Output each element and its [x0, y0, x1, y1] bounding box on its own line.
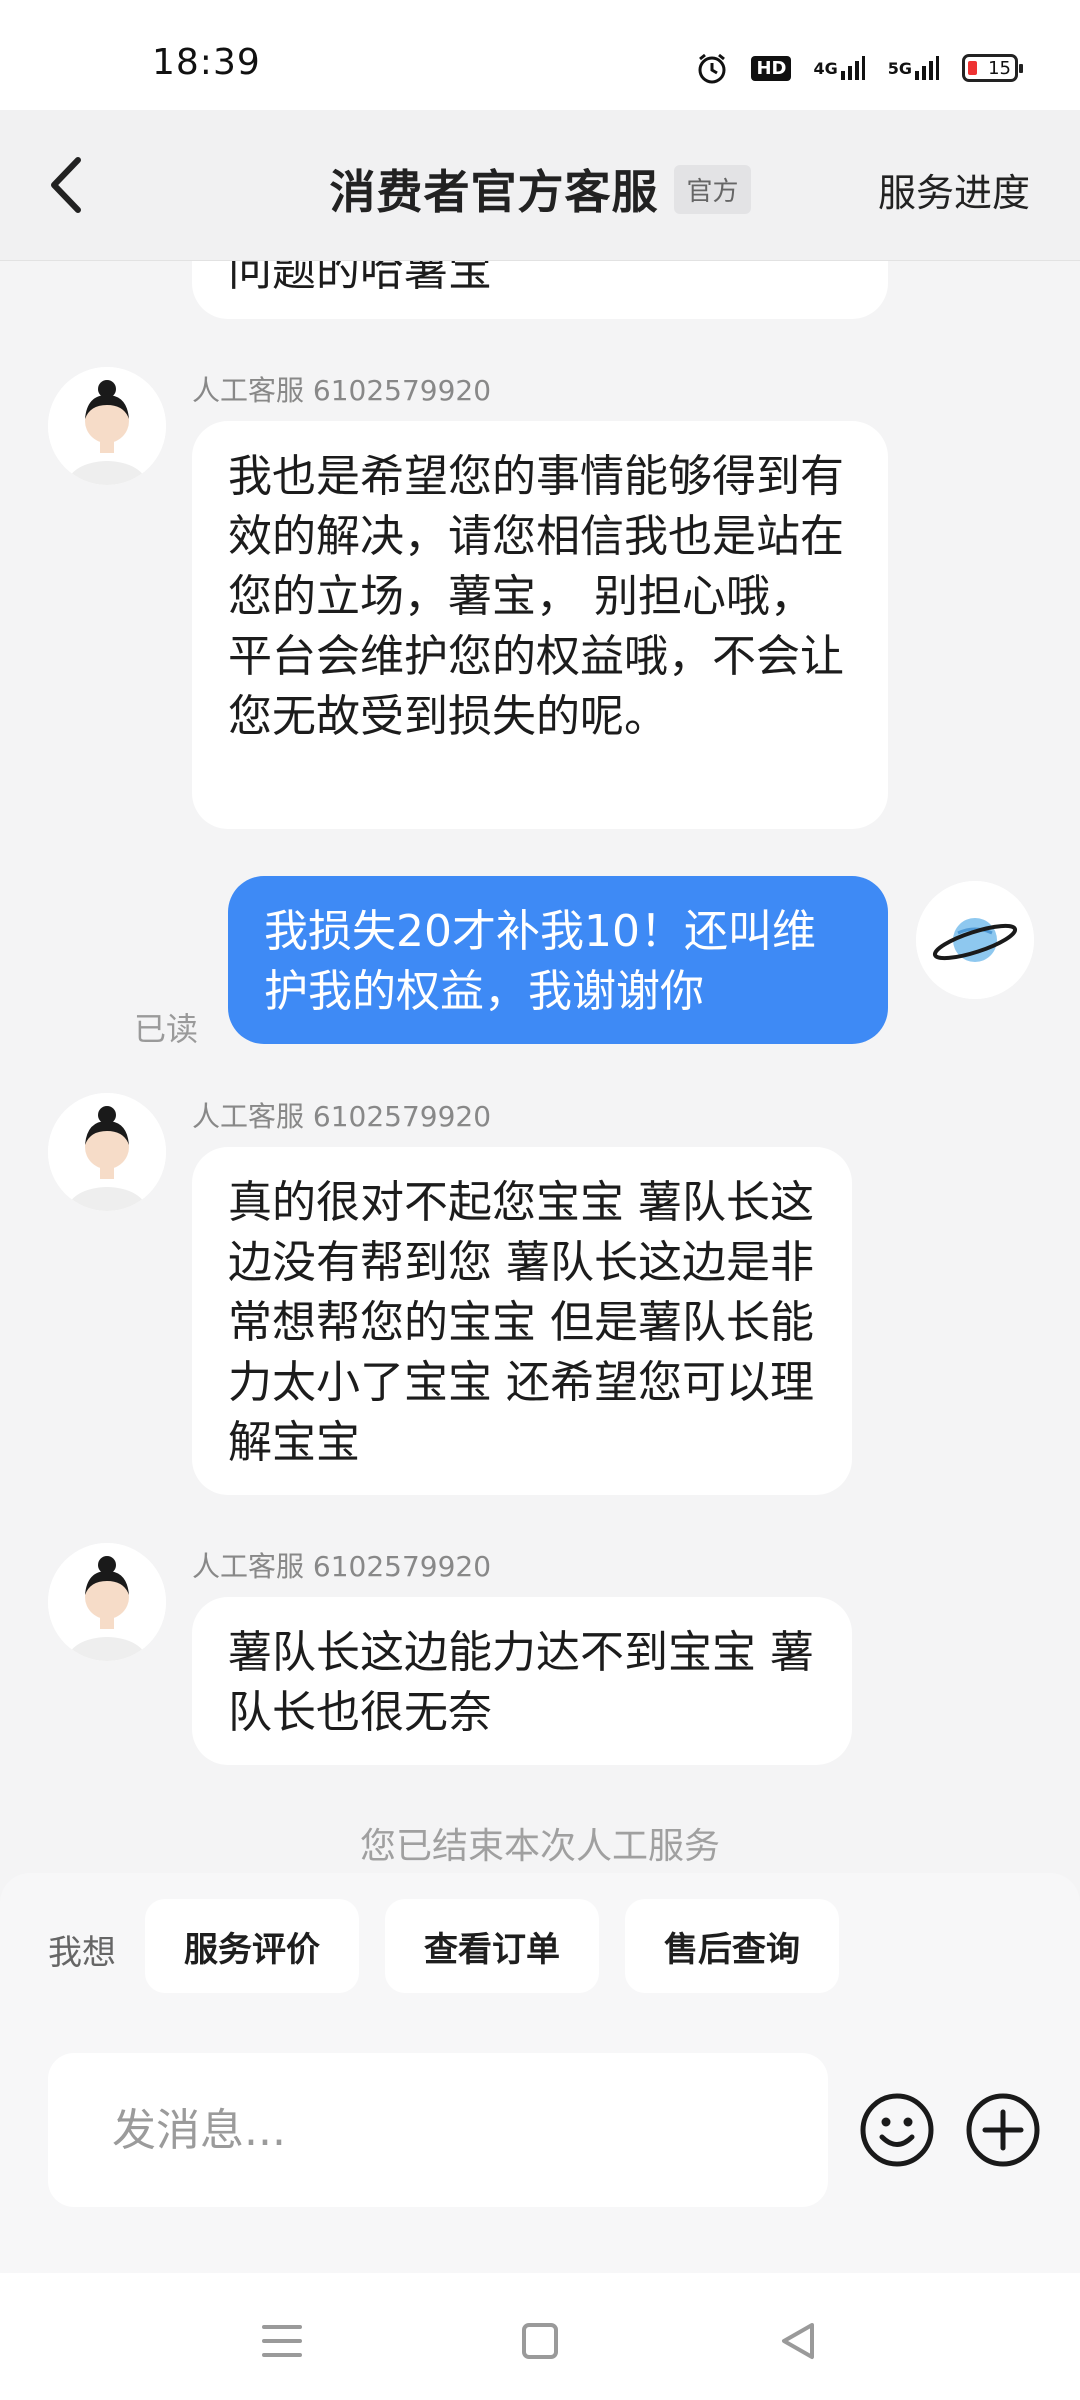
network-label-4g: 4G [813, 58, 838, 78]
plus-circle-icon [966, 2093, 1040, 2167]
sender-name: 人工客服 6102579920 [192, 1100, 492, 1133]
quick-action-service-rating[interactable]: 服务评价 [145, 1899, 359, 1993]
chat-messages[interactable]: 问题的哈薯宝 人工客服 6102579920 我也是希望您的事情能够得到有效的解… [0, 261, 1080, 1871]
plus-button[interactable] [963, 2090, 1043, 2170]
quick-action-view-order[interactable]: 查看订单 [385, 1899, 599, 1993]
agent-avatar-icon [48, 1093, 166, 1211]
agent-avatar[interactable] [48, 367, 166, 485]
menu-icon [262, 2325, 302, 2357]
page-title: 消费者官方客服 [329, 165, 659, 219]
user-avatar[interactable] [916, 881, 1034, 999]
message-text: 薯队长这边能力达不到宝宝 薯队长也很无奈 [228, 1627, 814, 1738]
home-nav-button[interactable] [516, 2317, 564, 2365]
official-badge: 官方 [674, 164, 751, 214]
planet-avatar-icon [916, 881, 1034, 999]
network-label-5g: 5G [887, 58, 912, 78]
clock: 18:39 [152, 42, 261, 83]
agent-avatar[interactable] [48, 1543, 166, 1661]
back-nav-button[interactable] [774, 2317, 822, 2365]
chat-header: 消费者官方客服 官方 服务进度 [0, 110, 1080, 261]
alarm-icon [695, 51, 729, 85]
battery-icon: 15 [962, 54, 1023, 82]
message-bubble-agent: 问题的哈薯宝 [192, 261, 888, 319]
message-composer [0, 2023, 1080, 2273]
message-text: 真的很对不起您宝宝 薯队长这边没有帮到您 薯队长这边是非常想帮您的宝宝 但是薯队… [228, 1177, 814, 1468]
read-status: 已读 [134, 1010, 199, 1048]
agent-avatar-icon [48, 1543, 166, 1661]
smile-icon [860, 2093, 934, 2167]
home-square-icon [522, 2323, 558, 2359]
quick-actions-label: 我想 [48, 1933, 116, 1973]
message-text: 我也是希望您的事情能够得到有效的解决，请您相信我也是站在您的立场，薯宝， 别担心… [228, 451, 844, 742]
signal-4g-icon: 4G [813, 55, 865, 81]
status-bar: 18:39 HD 4G 5G 15 [0, 0, 1080, 110]
message-text: 问题的哈薯宝 [228, 261, 492, 296]
agent-avatar[interactable] [48, 1093, 166, 1211]
message-bubble-user: 我损失20才补我10！还叫维护我的权益，我谢谢你 [228, 876, 888, 1044]
emoji-button[interactable] [857, 2090, 937, 2170]
message-bubble-agent: 真的很对不起您宝宝 薯队长这边没有帮到您 薯队长这边是非常想帮您的宝宝 但是薯队… [192, 1147, 852, 1495]
message-bubble-agent: 我也是希望您的事情能够得到有效的解决，请您相信我也是站在您的立场，薯宝， 别担心… [192, 421, 888, 829]
service-ended-notice: 您已结束本次人工服务 [359, 1826, 720, 1867]
hd-icon: HD [751, 55, 792, 81]
message-input[interactable] [48, 2053, 828, 2207]
quick-action-after-sales[interactable]: 售后查询 [625, 1899, 839, 1993]
sender-name: 人工客服 6102579920 [192, 1550, 492, 1583]
status-icons: HD 4G 5G 15 [695, 48, 1023, 88]
message-bubble-agent: 薯队长这边能力达不到宝宝 薯队长也很无奈 [192, 1597, 852, 1765]
back-triangle-icon [782, 2323, 814, 2359]
service-progress-link[interactable]: 服务进度 [878, 162, 1030, 217]
message-text: 我损失20才补我10！还叫维护我的权益，我谢谢你 [264, 906, 816, 1017]
system-navigation-bar [0, 2273, 1080, 2400]
quick-actions-bar: 我想 服务评价 查看订单 售后查询 [0, 1873, 1080, 2023]
signal-5g-icon: 5G [888, 55, 940, 81]
sender-name: 人工客服 6102579920 [192, 374, 492, 407]
battery-level: 15 [988, 57, 1011, 79]
menu-nav-button[interactable] [258, 2317, 306, 2365]
agent-avatar-icon [48, 367, 166, 485]
